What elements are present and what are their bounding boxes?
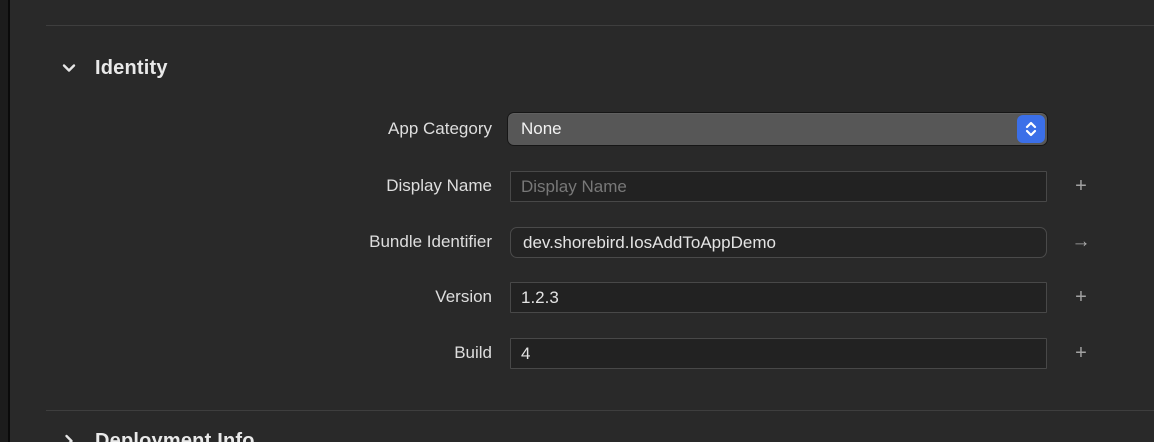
chevron-right-icon[interactable] (60, 432, 78, 442)
arrow-right-icon[interactable]: → (1066, 226, 1096, 258)
version-row: Version + (0, 281, 1154, 313)
app-category-popup[interactable]: None (508, 113, 1047, 145)
section-title: Identity (95, 56, 168, 79)
bundle-identifier-row: Bundle Identifier → (0, 226, 1154, 258)
add-icon[interactable]: + (1066, 337, 1096, 369)
identity-section-header: Identity (60, 54, 168, 82)
build-label: Build (454, 343, 492, 362)
display-name-row: Display Name + (0, 170, 1154, 202)
build-input[interactable] (510, 338, 1047, 369)
app-category-value: None (521, 119, 562, 138)
app-category-row: App Category None (0, 113, 1154, 145)
build-row: Build + (0, 337, 1154, 369)
deployment-info-section-header: Deployment Info (60, 427, 255, 442)
version-label: Version (435, 287, 492, 306)
app-category-label: App Category (388, 119, 492, 138)
bundle-identifier-input[interactable] (510, 227, 1047, 258)
section-top-divider (46, 25, 1154, 26)
next-section-title: Deployment Info (95, 429, 255, 442)
add-icon[interactable]: + (1066, 281, 1096, 313)
add-icon[interactable]: + (1066, 170, 1096, 202)
version-input[interactable] (510, 282, 1047, 313)
section-bottom-divider (46, 410, 1154, 411)
bundle-identifier-label: Bundle Identifier (369, 232, 492, 251)
chevron-down-icon[interactable] (60, 59, 78, 77)
pane-left-edge (0, 0, 10, 442)
popup-stepper-icon (1017, 115, 1045, 143)
display-name-label: Display Name (386, 176, 492, 195)
display-name-input[interactable] (510, 171, 1047, 202)
